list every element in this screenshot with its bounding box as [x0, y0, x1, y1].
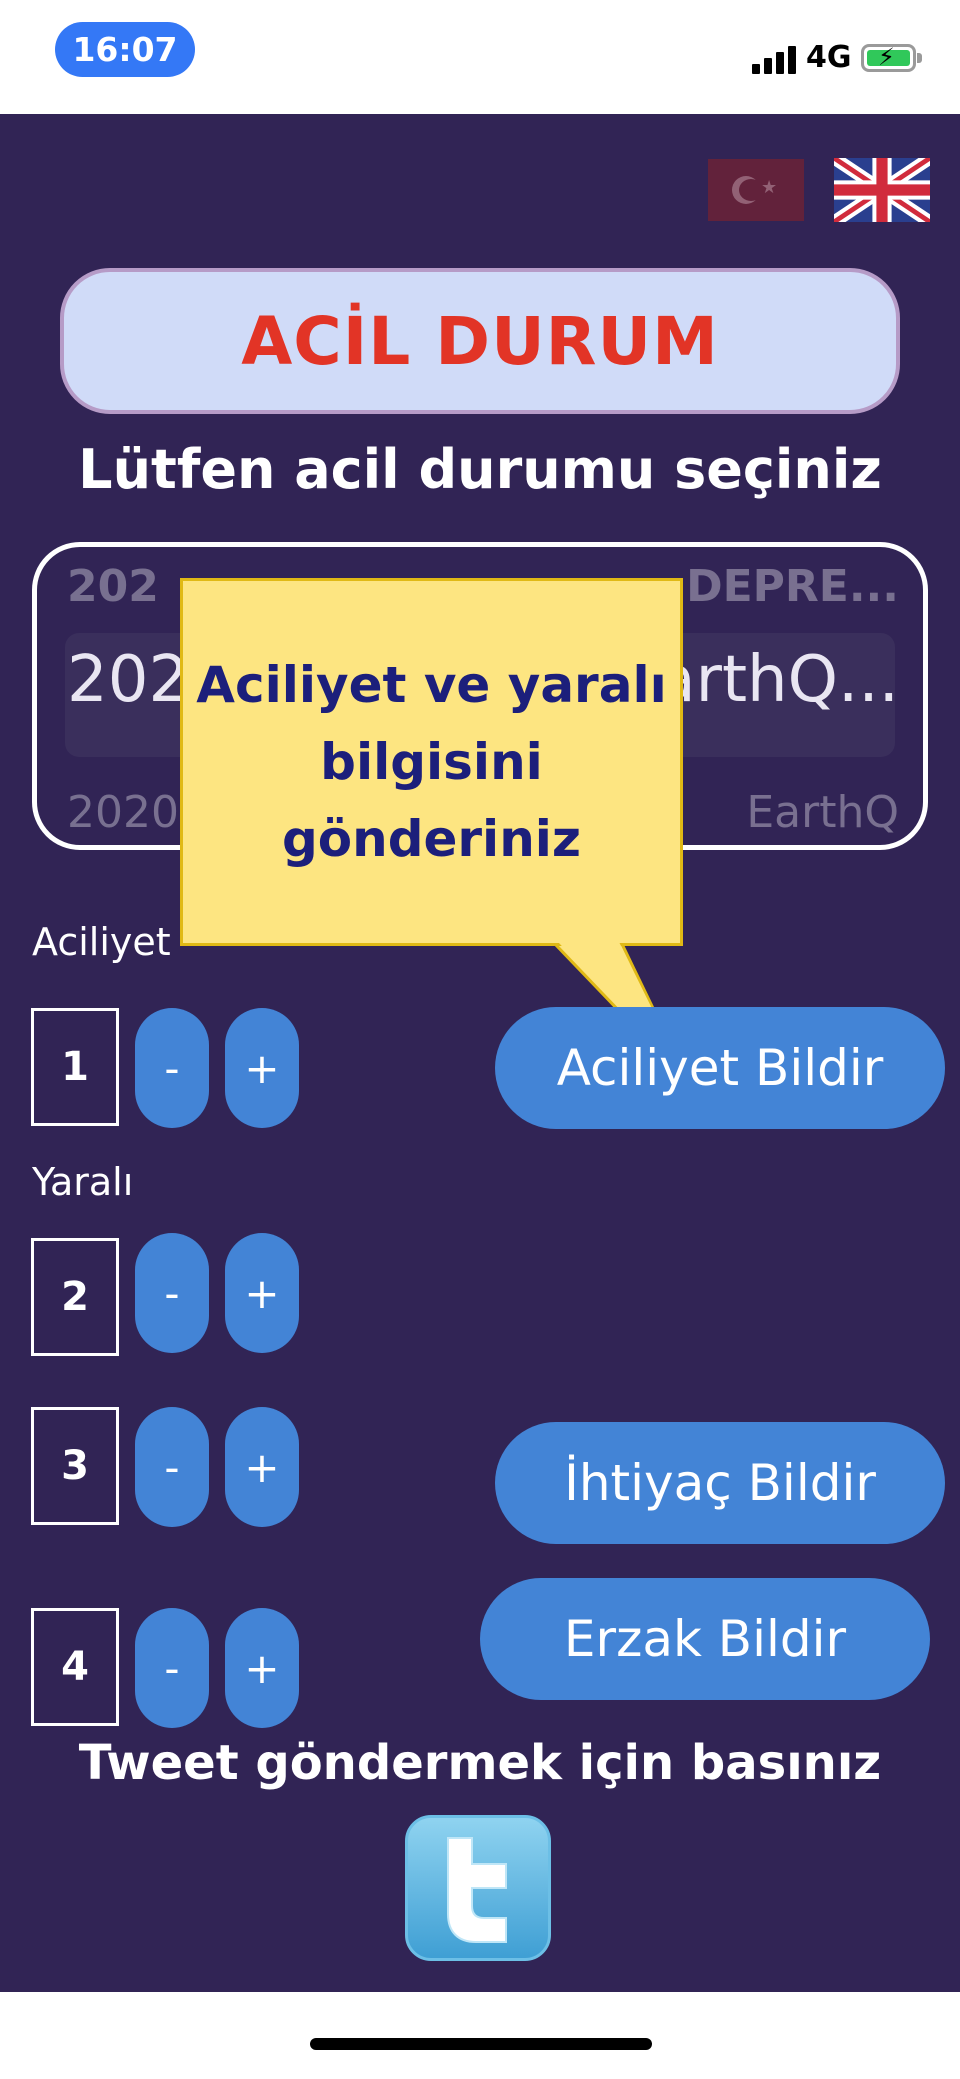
callout-line: gönderiniz: [281, 809, 582, 868]
injured-label: Yaralı: [32, 1160, 134, 1204]
page-subtitle: Lütfen acil durumu seçiniz: [78, 438, 882, 501]
status-bar: 16:07 4G ⚡: [0, 0, 960, 114]
home-indicator[interactable]: [310, 2038, 652, 2050]
picker-row-year: 2020: [67, 787, 179, 838]
picker-row-type: EarthQ: [746, 787, 899, 838]
uk-flag-icon[interactable]: [834, 158, 930, 222]
emergency-title-banner: ACİL DURUM: [60, 268, 900, 414]
network-type: 4G: [806, 40, 852, 75]
need-value: 3: [31, 1407, 119, 1525]
signal-icon: [752, 44, 798, 74]
supply-minus-button[interactable]: -: [135, 1608, 209, 1728]
injured-plus-button[interactable]: +: [225, 1233, 299, 1353]
picker-row-type: DEPRE...: [686, 561, 899, 612]
report-urgency-button[interactable]: Aciliyet Bildir: [495, 1007, 945, 1129]
picker-row-year: 202: [67, 561, 159, 612]
turkish-flag-icon[interactable]: ★: [708, 159, 804, 221]
callout-line: bilgisini: [320, 732, 543, 791]
callout-line: Aciliyet ve yaralı: [196, 655, 667, 714]
urgency-plus-button[interactable]: +: [225, 1008, 299, 1128]
injured-minus-button[interactable]: -: [135, 1233, 209, 1353]
instruction-callout: Aciliyet ve yaralı bilgisini gönderiniz: [180, 578, 683, 946]
tweet-prompt: Tweet göndermek için basınız: [78, 1735, 882, 1791]
need-plus-button[interactable]: +: [225, 1407, 299, 1527]
report-need-button[interactable]: İhtiyaç Bildir: [495, 1422, 945, 1544]
injured-value: 2: [31, 1238, 119, 1356]
status-time: 16:07: [55, 22, 195, 77]
urgency-minus-button[interactable]: -: [135, 1008, 209, 1128]
supply-plus-button[interactable]: +: [225, 1608, 299, 1728]
report-supply-button[interactable]: Erzak Bildir: [480, 1578, 930, 1700]
twitter-icon[interactable]: [405, 1815, 551, 1961]
page-title: ACİL DURUM: [241, 302, 719, 380]
urgency-value: 1: [31, 1008, 119, 1126]
urgency-label: Aciliyet: [32, 920, 171, 964]
battery-charging-icon: ⚡: [861, 43, 916, 72]
need-minus-button[interactable]: -: [135, 1407, 209, 1527]
supply-value: 4: [31, 1608, 119, 1726]
